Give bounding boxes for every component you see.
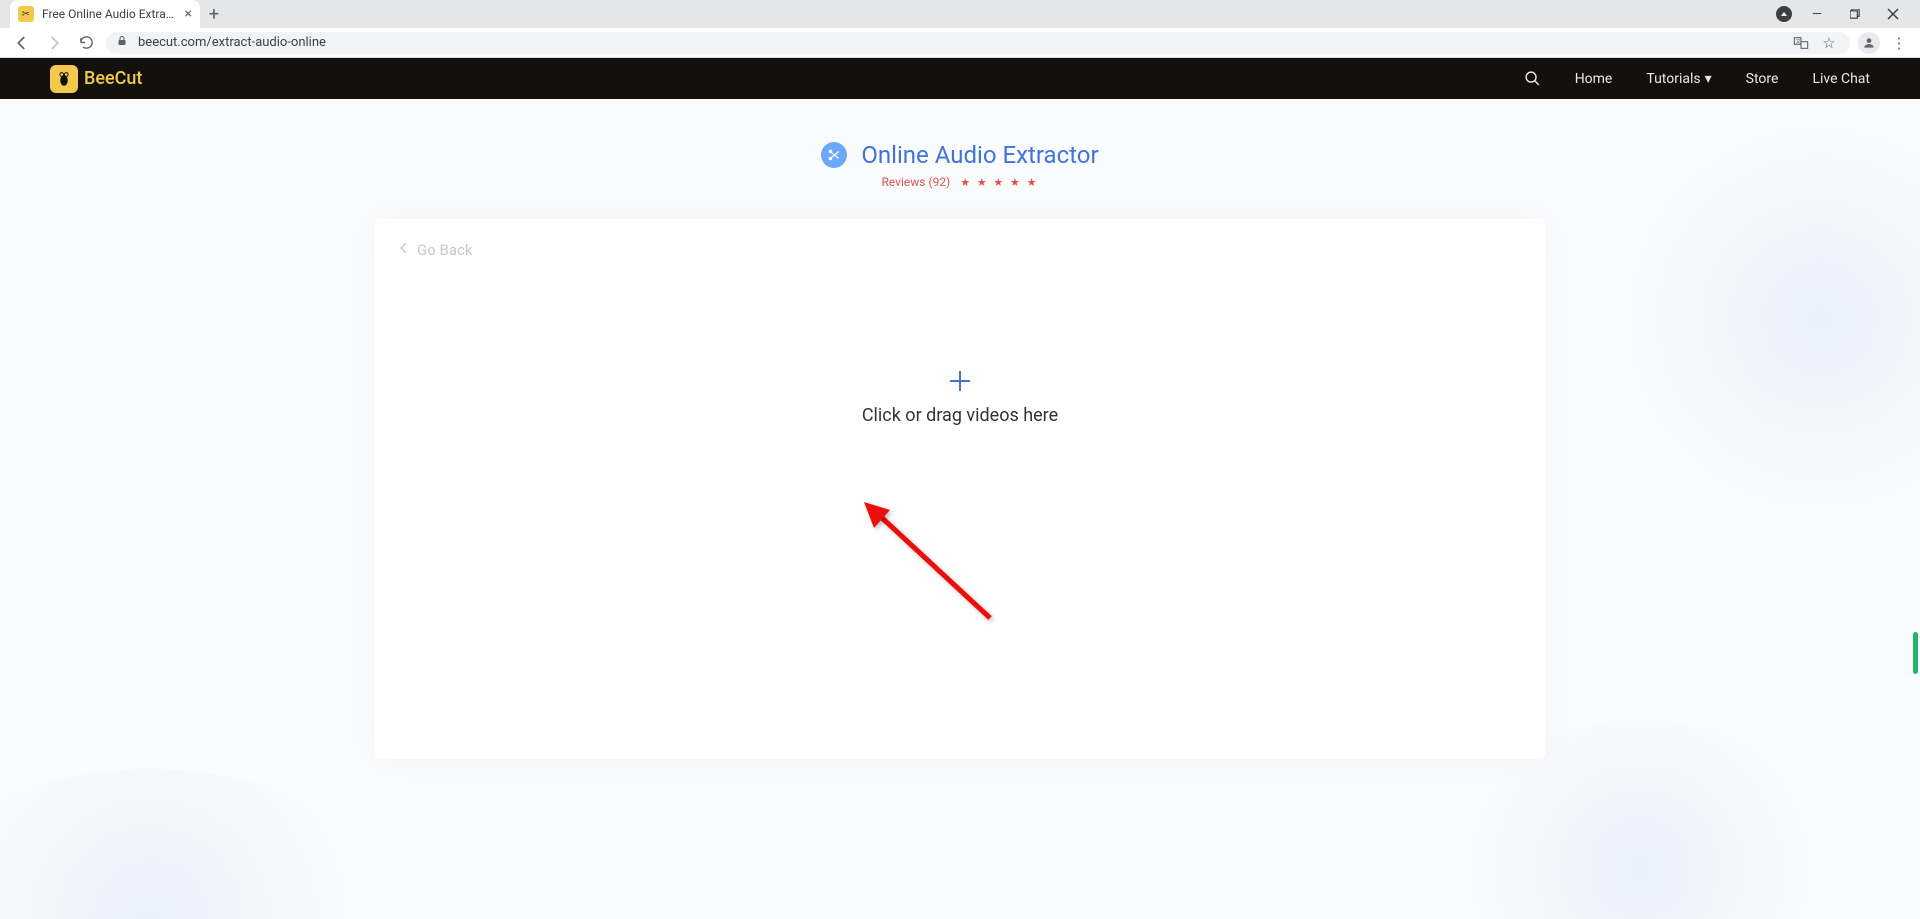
new-tab-button[interactable]: + [200,0,228,28]
bookmark-star-icon[interactable]: ☆ [1818,32,1840,54]
drop-zone-text: Click or drag videos here [862,405,1058,426]
window-controls: — [1776,0,1920,28]
chevron-down-icon: ▾ [1705,71,1712,87]
extension-badge-icon[interactable] [1776,6,1792,22]
tab-title: Free Online Audio Extractor - | [42,7,179,21]
upload-card: Go Back Click or drag videos here [375,219,1545,759]
nav-tutorials[interactable]: Tutorials ▾ [1646,71,1711,87]
bee-logo-icon [50,65,78,93]
drop-zone[interactable]: Click or drag videos here [375,219,1545,759]
hero-heading-row: Online Audio Extractor [0,141,1920,169]
browser-toolbar: beecut.com/extract-audio-online 文 ☆ ⋮ [0,28,1920,58]
close-window-button[interactable] [1880,1,1906,27]
address-bar[interactable]: beecut.com/extract-audio-online 文 ☆ [106,32,1850,54]
reviews-count: Reviews (92) [882,175,951,189]
star-rating: ★ ★ ★ ★ ★ [960,176,1038,189]
back-button[interactable] [10,31,34,55]
page-content: BeeCut Home Tutorials ▾ Store Live Chat … [0,58,1920,919]
maximize-button[interactable] [1842,1,1868,27]
page-title: Online Audio Extractor [861,141,1098,169]
brand-logo[interactable]: BeeCut [50,65,142,93]
nav-tutorials-label: Tutorials [1646,71,1700,87]
url-text: beecut.com/extract-audio-online [138,35,326,50]
tab-favicon: ✂ [18,6,34,22]
tab-close-icon[interactable]: × [185,6,192,22]
reload-button[interactable] [74,31,98,55]
profile-avatar[interactable] [1858,32,1880,54]
site-header: BeeCut Home Tutorials ▾ Store Live Chat [0,58,1920,99]
hero: Online Audio Extractor Reviews (92) ★ ★ … [0,99,1920,189]
minimize-button[interactable]: — [1804,1,1830,27]
browser-tab[interactable]: ✂ Free Online Audio Extractor - | × [10,0,200,28]
site-nav: Home Tutorials ▾ Store Live Chat [1524,70,1870,87]
nav-store[interactable]: Store [1746,71,1779,87]
reviews-row[interactable]: Reviews (92) ★ ★ ★ ★ ★ [0,175,1920,189]
brand-name: BeeCut [84,68,142,89]
lock-icon [116,35,130,50]
search-icon[interactable] [1524,70,1541,87]
nav-live-chat[interactable]: Live Chat [1812,71,1870,87]
plus-icon [948,369,972,399]
forward-button[interactable] [42,31,66,55]
scissors-icon [821,142,847,168]
browser-tab-bar: ✂ Free Online Audio Extractor - | × + — [0,0,1920,28]
kebab-menu-icon[interactable]: ⋮ [1888,32,1910,54]
scrollbar-thumb[interactable] [1913,632,1918,674]
nav-home[interactable]: Home [1575,71,1613,87]
decorative-blob [0,769,400,919]
translate-icon[interactable]: 文 [1790,32,1812,54]
